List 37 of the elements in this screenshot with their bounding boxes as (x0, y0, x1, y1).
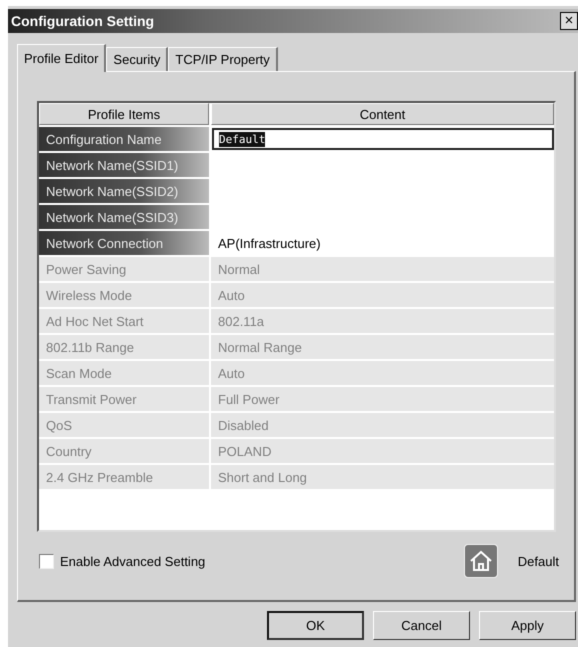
table-cell: Network Name(SSID3) (39, 205, 209, 229)
table-cell: Country (39, 439, 209, 463)
table-cell: Scan Mode (39, 361, 209, 385)
table-cell: 802.11b Range (39, 335, 209, 359)
advanced-checkbox[interactable]: Enable Advanced Setting (39, 554, 206, 569)
table-cell: Auto (211, 361, 554, 385)
close-button[interactable]: × (560, 12, 578, 30)
table-cell: Configuration Name (39, 127, 209, 151)
table-cell: 802.11a (211, 309, 554, 333)
column-header: Content (211, 103, 554, 125)
table-cell: Ad Hoc Net Start (39, 309, 209, 333)
tab[interactable]: Security (106, 47, 168, 71)
table-cell: Normal Range (211, 335, 554, 359)
table-cell: Network Connection (39, 231, 209, 255)
input-field[interactable]: Default (212, 128, 554, 150)
table-cell: Wireless Mode (39, 283, 209, 307)
tab[interactable]: TCP/IP Property (168, 47, 278, 71)
home-icon[interactable] (464, 544, 498, 578)
table-cell: Network Name(SSID1) (39, 153, 209, 177)
table-cell: Normal (211, 257, 554, 281)
table-cell: Network Name(SSID2) (39, 179, 209, 203)
table-cell: Auto (211, 283, 554, 307)
dialog-button[interactable]: Apply (479, 611, 576, 640)
table-cell: Power Saving (39, 257, 209, 281)
dialog-button[interactable]: Cancel (373, 611, 470, 640)
table-cell: QoS (39, 413, 209, 437)
dialog-button[interactable]: OK (267, 611, 364, 640)
window-title: Configuration Setting (11, 13, 154, 29)
table-cell: POLAND (211, 439, 554, 463)
table-cell: Short and Long (211, 465, 554, 489)
tab[interactable]: Profile Editor (17, 44, 106, 72)
table-cell: Transmit Power (39, 387, 209, 411)
table-cell: Full Power (211, 387, 554, 411)
column-header: Profile Items (39, 103, 209, 125)
table-cell: Disabled (211, 413, 554, 437)
table-cell: 2.4 GHz Preamble (39, 465, 209, 489)
default-label: Default (518, 554, 559, 568)
